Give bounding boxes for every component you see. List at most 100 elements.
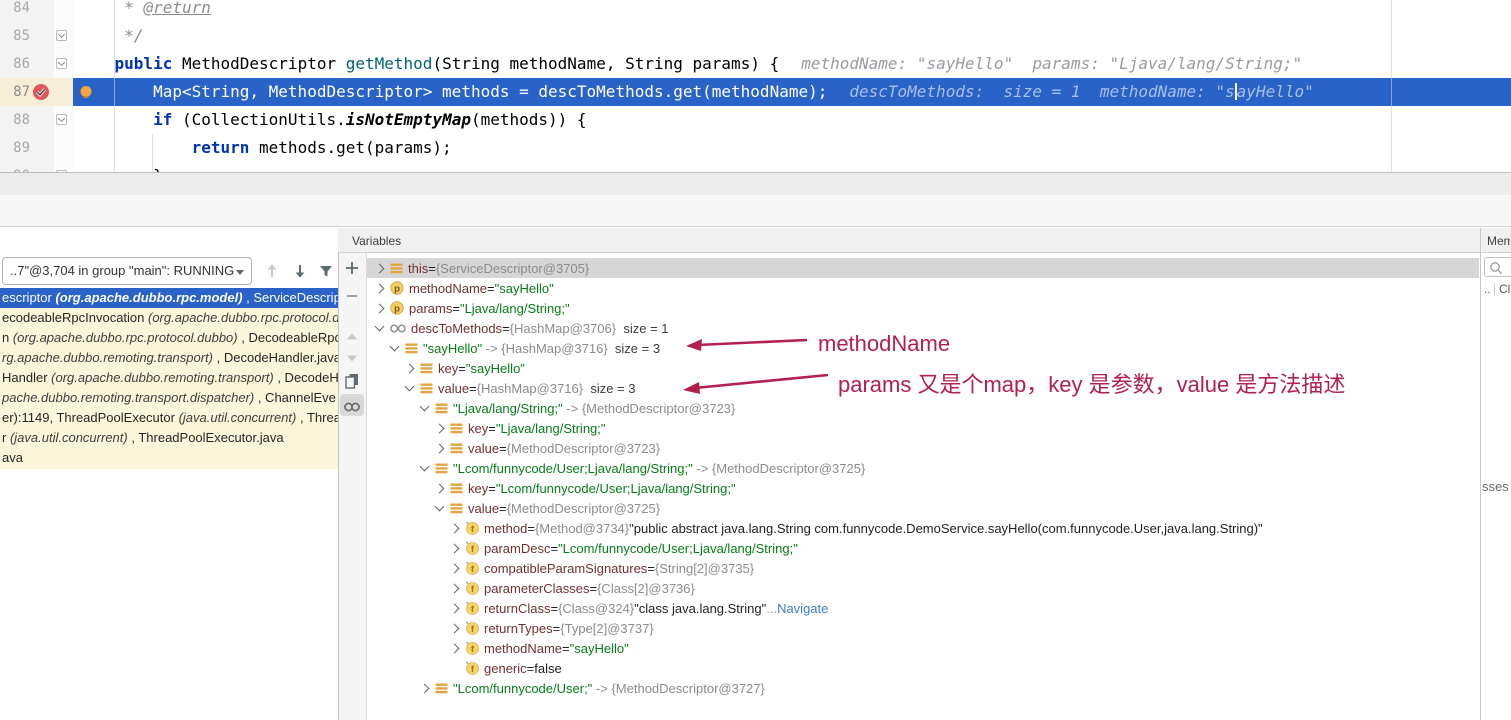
chevron-down-icon[interactable] bbox=[435, 502, 445, 512]
scroll-down-icon[interactable] bbox=[343, 349, 361, 367]
chevron-right-icon[interactable] bbox=[405, 363, 415, 373]
scroll-up-icon[interactable] bbox=[343, 328, 361, 346]
chevron-down-icon[interactable] bbox=[405, 382, 415, 392]
variable-row[interactable]: "Ljava/lang/String;" -> {MethodDescripto… bbox=[367, 398, 1479, 418]
svg-text:p: p bbox=[394, 303, 400, 314]
breakpoint-icon[interactable] bbox=[32, 83, 50, 101]
remove-icon[interactable] bbox=[343, 287, 361, 305]
chevron-down-icon[interactable] bbox=[375, 322, 385, 332]
variable-row[interactable]: pparams = "Ljava/lang/String;" bbox=[367, 298, 1479, 318]
variable-text: compatibleParamSignatures bbox=[484, 561, 647, 576]
variable-row[interactable]: fmethodName = "sayHello" bbox=[367, 638, 1479, 658]
code-token: Map<String, MethodDescriptor> methods = … bbox=[76, 82, 827, 101]
frame-row[interactable]: ava bbox=[0, 448, 338, 468]
variable-text: -> bbox=[592, 681, 611, 696]
memory-filter-label[interactable]: .. bbox=[1484, 282, 1491, 296]
chevron-right-icon[interactable] bbox=[375, 283, 385, 293]
fold-marker-icon[interactable] bbox=[56, 114, 67, 125]
bars-icon bbox=[450, 443, 463, 454]
memory-search-input[interactable] bbox=[1484, 257, 1511, 277]
frame-row[interactable]: rg.apache.dubbo.remoting.transport) , De… bbox=[0, 348, 338, 368]
variable-row[interactable]: fgeneric = false bbox=[367, 658, 1479, 678]
frame-row[interactable]: Handler (org.apache.dubbo.remoting.trans… bbox=[0, 368, 338, 388]
code-line-85[interactable]: 85 */ bbox=[0, 22, 1511, 50]
chevron-right-icon[interactable] bbox=[450, 623, 460, 633]
frame-row[interactable]: ecodeableRpcInvocation (org.apache.dubbo… bbox=[0, 308, 338, 328]
variable-row[interactable]: fparameterClasses = {Class[2]@3736} bbox=[367, 578, 1479, 598]
copy-stack-icon[interactable] bbox=[343, 371, 361, 389]
variable-text: = bbox=[562, 641, 570, 656]
frame-row[interactable]: n (org.apache.dubbo.rpc.protocol.dubbo) … bbox=[0, 328, 338, 348]
variable-text: {MethodDescriptor@3725} bbox=[712, 461, 865, 476]
memory-divider bbox=[1494, 283, 1495, 296]
chevron-down-icon[interactable] bbox=[390, 342, 400, 352]
variable-row[interactable]: this = {ServiceDescriptor@3705} bbox=[367, 258, 1479, 278]
code-token bbox=[76, 54, 115, 73]
code-text: * @return bbox=[76, 0, 211, 22]
chevron-right-icon[interactable] bbox=[435, 483, 445, 493]
code-line-86[interactable]: 86 public MethodDescriptor getMethod(Str… bbox=[0, 50, 1511, 78]
parameter-icon: p bbox=[390, 281, 404, 295]
chevron-right-icon[interactable] bbox=[420, 683, 430, 693]
variable-row[interactable]: freturnClass = {Class@324} "class java.l… bbox=[367, 598, 1479, 618]
variable-row[interactable]: fcompatibleParamSignatures = {String[2]@… bbox=[367, 558, 1479, 578]
next-frame-icon[interactable] bbox=[291, 262, 309, 280]
filter-frames-icon[interactable] bbox=[317, 262, 335, 280]
variable-text: = bbox=[553, 621, 561, 636]
frame-class: n bbox=[2, 330, 13, 345]
variable-row[interactable]: value = {MethodDescriptor@3725} bbox=[367, 498, 1479, 518]
bars-icon bbox=[435, 403, 448, 414]
chevron-right-icon[interactable] bbox=[450, 603, 460, 613]
variable-text: -> bbox=[693, 461, 712, 476]
chevron-down-icon[interactable] bbox=[420, 462, 430, 472]
variable-text: value bbox=[468, 501, 499, 516]
frame-row[interactable]: escriptor (org.apache.dubbo.rpc.model) ,… bbox=[0, 288, 338, 308]
fold-marker-icon[interactable] bbox=[56, 30, 67, 41]
chevron-right-icon[interactable] bbox=[435, 423, 445, 433]
variable-row[interactable]: descToMethods = {HashMap@3706} size = 1 bbox=[367, 318, 1479, 338]
chevron-right-icon[interactable] bbox=[450, 543, 460, 553]
variable-row[interactable]: key = "sayHello" bbox=[367, 358, 1479, 378]
code-line-89[interactable]: 89 return methods.get(params); bbox=[0, 134, 1511, 162]
variable-text: "Ljava/lang/String;" bbox=[496, 421, 606, 436]
chevron-right-icon[interactable] bbox=[375, 303, 385, 313]
watch-values-icon[interactable] bbox=[340, 396, 364, 418]
variable-text: {String[2]@3735} bbox=[655, 561, 754, 576]
variable-row[interactable]: value = {MethodDescriptor@3723} bbox=[367, 438, 1479, 458]
frame-row[interactable]: r (java.util.concurrent) , ThreadPoolExe… bbox=[0, 428, 338, 448]
variable-text: = bbox=[550, 541, 558, 556]
add-icon[interactable] bbox=[343, 259, 361, 277]
prev-frame-icon[interactable] bbox=[263, 262, 281, 280]
navigate-link[interactable]: Navigate bbox=[777, 601, 828, 616]
variable-row[interactable]: pmethodName = "sayHello" bbox=[367, 278, 1479, 298]
code-line-88[interactable]: 88 if (CollectionUtils.isNotEmptyMap(met… bbox=[0, 106, 1511, 134]
code-line-90[interactable]: 90 } bbox=[0, 162, 1511, 172]
frame-row[interactable]: er):1149, ThreadPoolExecutor (java.util.… bbox=[0, 408, 338, 428]
line-number: 88 bbox=[0, 106, 30, 134]
chevron-down-icon[interactable] bbox=[420, 402, 430, 412]
variable-text: "Lcom/funnycode/User;Ljava/lang/String;" bbox=[453, 461, 693, 476]
threads-dropdown[interactable]: ..7"@3,704 in group "main": RUNNING bbox=[2, 257, 252, 285]
fold-marker-icon[interactable] bbox=[56, 58, 67, 69]
code-line-87[interactable]: 87 Map<String, MethodDescriptor> methods… bbox=[0, 78, 1511, 106]
chevron-right-icon[interactable] bbox=[450, 583, 460, 593]
chevron-right-icon[interactable] bbox=[435, 443, 445, 453]
variable-row[interactable]: value = {HashMap@3716} size = 3 bbox=[367, 378, 1479, 398]
chevron-right-icon[interactable] bbox=[375, 263, 385, 273]
variable-row[interactable]: key = "Ljava/lang/String;" bbox=[367, 418, 1479, 438]
line-number: 90 bbox=[0, 162, 30, 172]
code-editor[interactable]: 84 * @return85 */86 public MethodDescrip… bbox=[0, 0, 1511, 172]
chevron-right-icon[interactable] bbox=[450, 643, 460, 653]
variable-row[interactable]: key = "Lcom/funnycode/User;Ljava/lang/St… bbox=[367, 478, 1479, 498]
variable-row[interactable]: "Lcom/funnycode/User;Ljava/lang/String;"… bbox=[367, 458, 1479, 478]
chevron-right-icon[interactable] bbox=[450, 523, 460, 533]
variable-row[interactable]: fparamDesc = "Lcom/funnycode/User;Ljava/… bbox=[367, 538, 1479, 558]
frame-row[interactable]: pache.dubbo.remoting.transport.dispatche… bbox=[0, 388, 338, 408]
variable-row[interactable]: freturnTypes = {Type[2]@3737} bbox=[367, 618, 1479, 638]
frame-package: (org.apache.dubbo.rpc.model) bbox=[55, 290, 242, 305]
variable-row[interactable]: "Lcom/funnycode/User;" -> {MethodDescrip… bbox=[367, 678, 1479, 698]
code-line-84[interactable]: 84 * @return bbox=[0, 0, 1511, 22]
variable-row[interactable]: "sayHello" -> {HashMap@3716} size = 3 bbox=[367, 338, 1479, 358]
chevron-right-icon[interactable] bbox=[450, 563, 460, 573]
variable-row[interactable]: fmethod = {Method@3734} "public abstract… bbox=[367, 518, 1479, 538]
